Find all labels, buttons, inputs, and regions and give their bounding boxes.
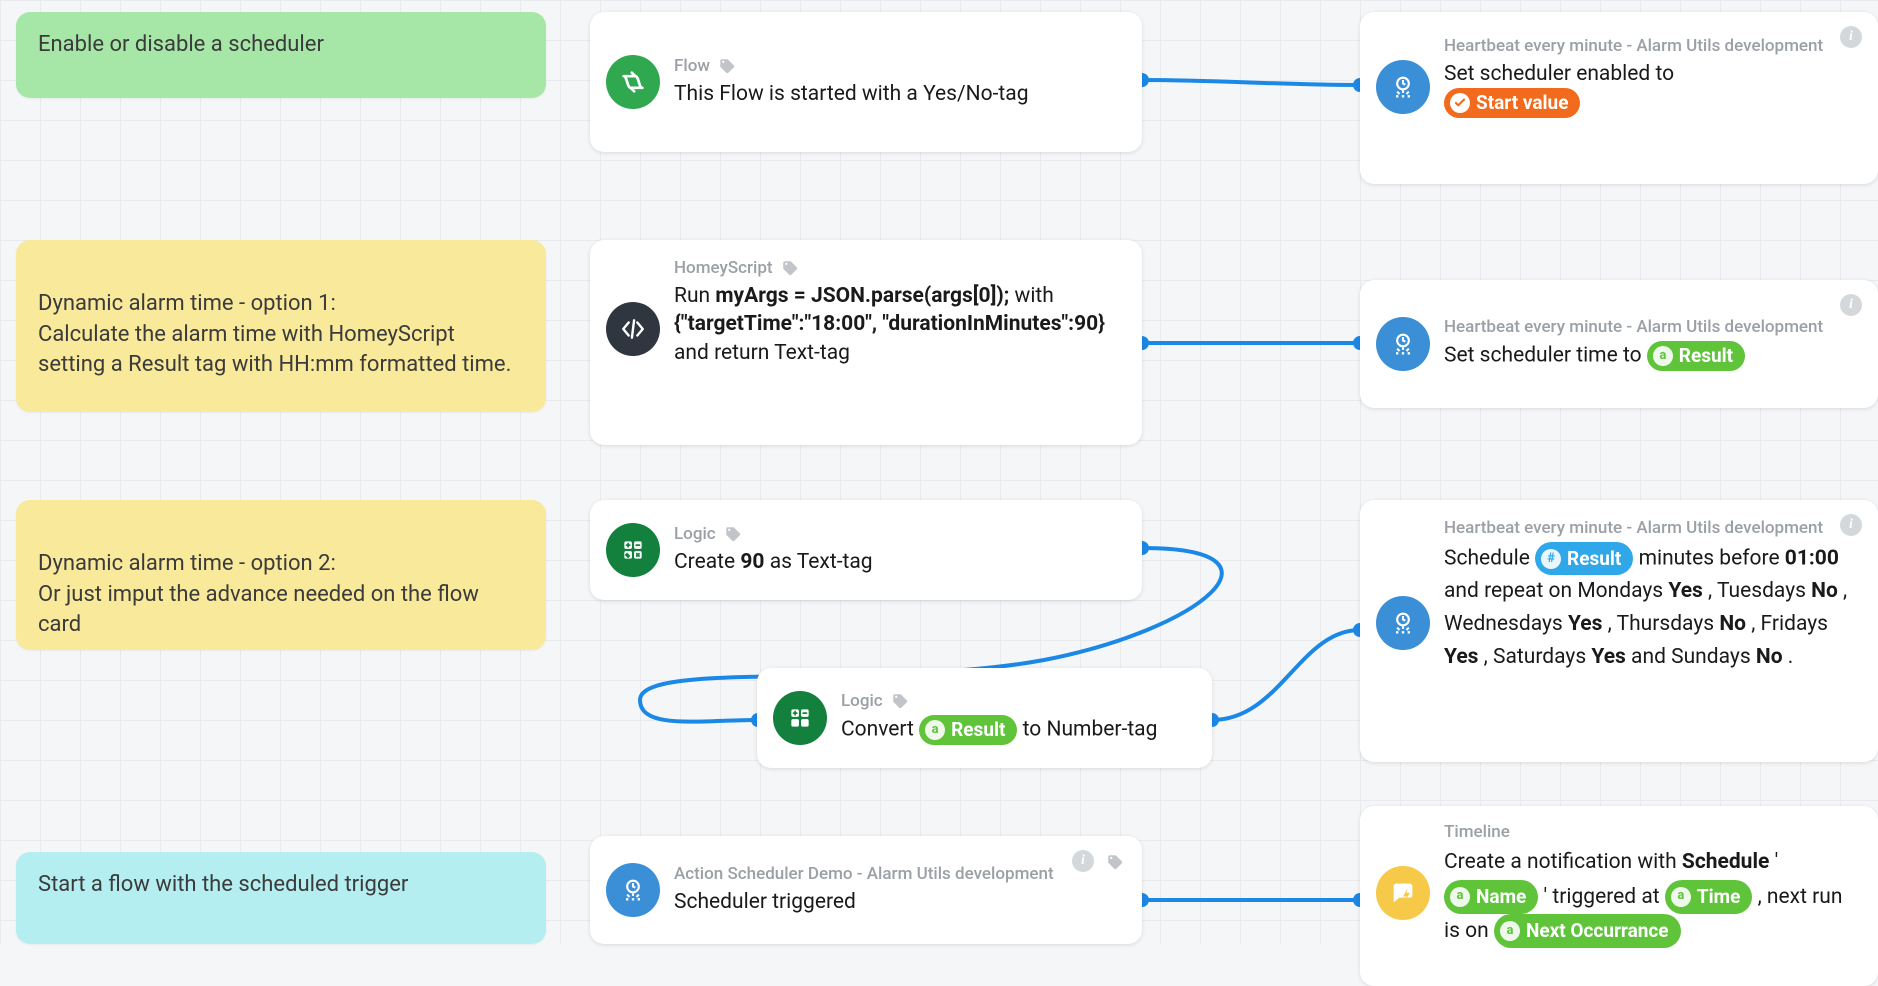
card-logic-create[interactable]: Logic Create 90 as Text-tag [590, 500, 1142, 600]
text-badge-icon: a [1500, 921, 1520, 941]
card-meta: HomeyScript [674, 258, 773, 278]
note-start-flow[interactable]: Start a flow with the scheduled trigger [16, 852, 546, 944]
scheduler-icon [1376, 60, 1430, 114]
note-enable-disable[interactable]: Enable or disable a scheduler [16, 12, 546, 98]
card-schedule-before[interactable]: Heartbeat every minute - Alarm Utils dev… [1360, 500, 1878, 762]
number-badge-icon: # [1541, 549, 1561, 569]
scheduler-icon [1376, 317, 1430, 371]
card-text: This Flow is started with a Yes/No-tag [674, 80, 1126, 108]
tag-result-number[interactable]: # Result [1535, 542, 1633, 575]
card-meta: Heartbeat every minute - Alarm Utils dev… [1444, 518, 1823, 538]
tag-name[interactable]: a Name [1444, 880, 1538, 914]
card-meta: Heartbeat every minute - Alarm Utils dev… [1444, 36, 1823, 56]
text-badge-icon: a [925, 720, 945, 740]
text-badge-icon: a [1450, 887, 1470, 907]
card-text: Scheduler triggered [674, 888, 1126, 916]
note-text: Enable or disable a scheduler [38, 32, 324, 57]
tag-icon [891, 692, 909, 710]
card-logic-convert[interactable]: Logic Convert a Result to Number-tag [757, 668, 1212, 768]
card-timeline-notification[interactable]: Timeline Create a notification with Sche… [1360, 806, 1878, 986]
card-meta: Timeline [1444, 822, 1510, 842]
card-set-time[interactable]: Heartbeat every minute - Alarm Utils dev… [1360, 280, 1878, 408]
note-text: Dynamic alarm time - option 1: Calculate… [38, 291, 511, 378]
tag-next-occurrence[interactable]: a Next Occurrance [1494, 914, 1681, 948]
card-meta: Flow [674, 56, 710, 76]
tag-time[interactable]: a Time [1665, 880, 1753, 914]
card-meta: Heartbeat every minute - Alarm Utils dev… [1444, 317, 1823, 337]
info-icon[interactable]: i [1840, 26, 1862, 48]
info-icon[interactable]: i [1840, 514, 1862, 536]
info-icon[interactable]: i [1840, 294, 1862, 316]
code-icon [606, 302, 660, 356]
card-scheduler-triggered[interactable]: Action Scheduler Demo - Alarm Utils deve… [590, 836, 1142, 944]
tag-result[interactable]: a Result [919, 715, 1017, 745]
pill-label: Start value [1476, 90, 1568, 116]
text-badge-icon: a [1653, 346, 1673, 366]
card-homeyscript[interactable]: HomeyScript Run myArgs = JSON.parse(args… [590, 240, 1142, 445]
card-set-enabled[interactable]: Heartbeat every minute - Alarm Utils dev… [1360, 12, 1878, 184]
tag-result[interactable]: a Result [1647, 341, 1745, 371]
text-badge-icon: a [1671, 887, 1691, 907]
logic-icon [606, 523, 660, 577]
note-text: Start a flow with the scheduled trigger [38, 872, 408, 897]
tag-start-value[interactable]: Start value [1444, 88, 1580, 118]
notification-icon [1376, 866, 1430, 920]
tag-icon [724, 525, 742, 543]
check-icon [1450, 93, 1470, 113]
note-option-2[interactable]: Dynamic alarm time - option 2: Or just i… [16, 500, 546, 650]
flow-icon [606, 55, 660, 109]
tag-icon [781, 259, 799, 277]
card-meta: Logic [841, 691, 883, 711]
card-meta: Action Scheduler Demo - Alarm Utils deve… [674, 864, 1054, 884]
scheduler-icon [1376, 596, 1430, 650]
note-option-1[interactable]: Dynamic alarm time - option 1: Calculate… [16, 240, 546, 412]
tag-icon [1106, 852, 1124, 870]
tag-icon [718, 57, 736, 75]
card-flow-trigger[interactable]: Flow This Flow is started with a Yes/No-… [590, 12, 1142, 152]
logic-icon [773, 691, 827, 745]
card-meta: Logic [674, 524, 716, 544]
info-icon[interactable]: i [1072, 850, 1094, 872]
card-pre: Set scheduler enabled to [1444, 62, 1674, 86]
note-text: Dynamic alarm time - option 2: Or just i… [38, 551, 479, 638]
flow-canvas[interactable]: Enable or disable a scheduler Dynamic al… [0, 0, 1878, 944]
scheduler-icon [606, 863, 660, 917]
